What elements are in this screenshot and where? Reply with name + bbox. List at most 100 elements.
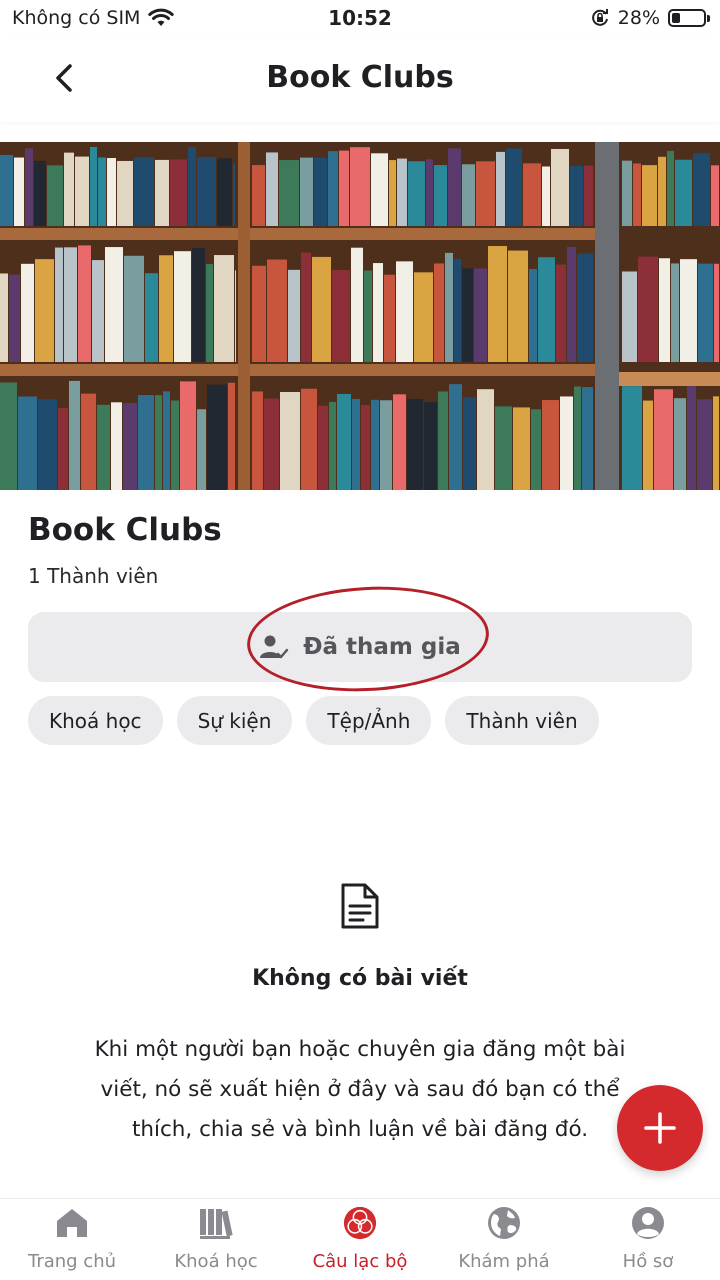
- bottom-nav: Trang chủ Khoá học Câu lạc bộ Khám phá H…: [0, 1198, 720, 1280]
- book-spine: [252, 265, 266, 362]
- book-spine: [18, 396, 37, 490]
- book-spine: [0, 273, 8, 362]
- page-title: Book Clubs: [266, 60, 454, 95]
- book-spine: [171, 400, 179, 490]
- nav-item-clubs[interactable]: Câu lạc bộ: [288, 1199, 432, 1280]
- book-spine: [0, 155, 13, 226]
- book-spine: [188, 147, 196, 226]
- add-post-button[interactable]: [617, 1085, 703, 1171]
- book-spine: [105, 247, 123, 362]
- book-spine: [9, 274, 20, 362]
- book-spine: [495, 406, 512, 490]
- book-spine: [134, 157, 154, 226]
- nav-item-courses[interactable]: Khoá học: [144, 1199, 288, 1280]
- book-spine: [633, 163, 641, 226]
- book-spine: [192, 248, 205, 362]
- book-spine: [642, 165, 657, 226]
- book-spine: [34, 160, 46, 226]
- book-spine: [252, 391, 263, 490]
- book-spine: [361, 405, 370, 490]
- nav-item-explore[interactable]: Khám phá: [432, 1199, 576, 1280]
- globe-icon: [488, 1207, 520, 1239]
- nav-item-home[interactable]: Trang chủ: [0, 1199, 144, 1280]
- book-spine: [351, 247, 363, 362]
- book-spine: [393, 394, 406, 490]
- book-spine: [332, 270, 350, 362]
- tab-files[interactable]: Tệp/Ảnh: [306, 696, 432, 745]
- club-name: Book Clubs: [28, 512, 222, 548]
- book-spine: [64, 152, 74, 226]
- book-spine: [506, 148, 522, 226]
- user-check-icon: [260, 635, 289, 659]
- book-spine: [414, 272, 433, 362]
- book-spine: [570, 165, 583, 226]
- nav-label-profile: Hồ sơ: [622, 1251, 674, 1272]
- book-spine: [622, 271, 637, 362]
- books-icon: [200, 1209, 233, 1239]
- book-spine: [75, 156, 89, 226]
- book-spine: [462, 164, 475, 226]
- book-spine: [92, 260, 104, 362]
- book-spine: [364, 270, 372, 362]
- book-spine: [424, 402, 437, 490]
- book-spine: [180, 381, 196, 490]
- nav-item-profile[interactable]: Hồ sơ: [576, 1199, 720, 1280]
- book-spine: [523, 163, 541, 226]
- book-spine: [508, 250, 528, 362]
- book-spine: [714, 263, 719, 362]
- book-spine: [47, 165, 63, 226]
- book-spine: [252, 165, 265, 226]
- book-spine: [301, 388, 317, 490]
- book-spine: [476, 161, 495, 226]
- book-spine: [556, 264, 566, 362]
- book-spine: [582, 387, 593, 490]
- book-spine: [155, 159, 169, 226]
- book-spine: [98, 157, 106, 226]
- book-spine: [674, 398, 686, 490]
- book-spine: [713, 396, 719, 490]
- book-spine: [314, 157, 327, 226]
- nav-label-explore: Khám phá: [458, 1251, 550, 1272]
- book-spine: [513, 407, 530, 490]
- book-spine: [117, 160, 133, 226]
- book-spine: [350, 147, 370, 226]
- book-spine: [438, 391, 448, 490]
- book-spine: [217, 158, 232, 226]
- tab-events[interactable]: Sự kiện: [176, 696, 293, 745]
- book-spine: [206, 264, 213, 362]
- tab-courses[interactable]: Khoá học: [28, 696, 163, 745]
- book-spine: [38, 399, 57, 490]
- nav-label-courses: Khoá học: [174, 1251, 258, 1272]
- book-spine: [567, 246, 576, 362]
- book-spine: [69, 380, 80, 490]
- book-spine: [658, 156, 666, 226]
- book-spine: [155, 395, 162, 490]
- book-spine: [389, 160, 396, 226]
- book-spine: [659, 258, 670, 362]
- book-spine: [266, 152, 278, 226]
- book-spine: [542, 166, 550, 226]
- book-spine: [159, 255, 173, 362]
- book-spine: [560, 396, 573, 490]
- status-right: 28%: [590, 7, 710, 29]
- tab-members[interactable]: Thành viên: [445, 696, 599, 745]
- book-spine: [58, 407, 68, 490]
- book-spine: [235, 270, 236, 362]
- book-spine: [64, 247, 77, 362]
- book-spine: [337, 393, 351, 490]
- book-spine: [55, 247, 63, 362]
- book-spine: [454, 258, 461, 362]
- book-spine: [280, 392, 300, 490]
- book-spine: [408, 161, 425, 226]
- joined-button[interactable]: Đã tham gia: [28, 612, 692, 682]
- book-spine: [329, 401, 336, 490]
- book-spine: [0, 382, 17, 490]
- book-spine: [643, 400, 653, 490]
- app-header: Book Clubs: [0, 36, 720, 122]
- book-spine: [529, 269, 537, 362]
- book-spine: [373, 263, 383, 362]
- book-spine: [371, 399, 379, 490]
- book-spine: [538, 257, 555, 362]
- book-spine: [667, 150, 674, 226]
- book-spine: [463, 397, 476, 490]
